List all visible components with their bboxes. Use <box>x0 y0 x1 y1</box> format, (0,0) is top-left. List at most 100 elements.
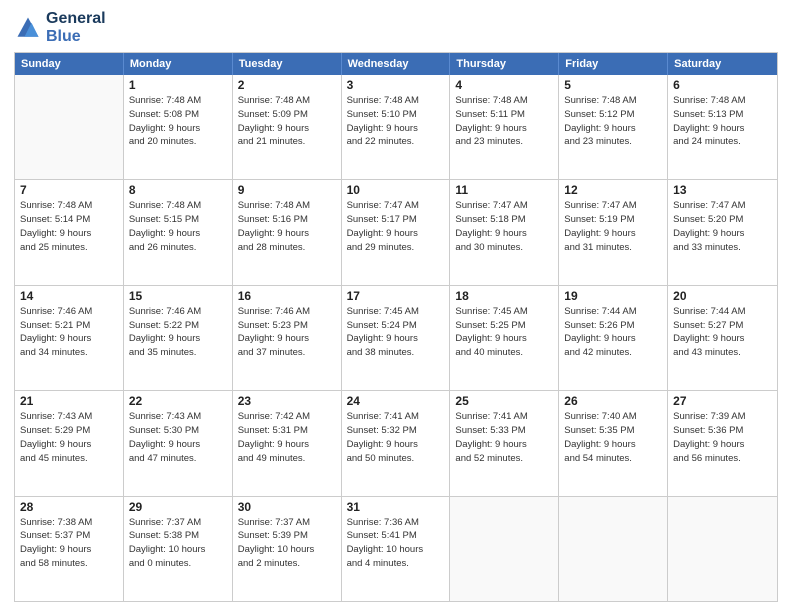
header: General Blue <box>14 10 778 46</box>
calendar-day-12: 12 Sunrise: 7:47 AMSunset: 5:19 PMDayligh… <box>559 180 668 284</box>
calendar-week-2: 7 Sunrise: 7:48 AMSunset: 5:14 PMDaylight… <box>15 180 777 285</box>
day-info: Sunrise: 7:44 AMSunset: 5:27 PMDaylight:… <box>673 305 772 360</box>
day-info: Sunrise: 7:37 AMSunset: 5:39 PMDaylight:… <box>238 516 336 571</box>
day-number: 18 <box>455 289 553 303</box>
day-info: Sunrise: 7:43 AMSunset: 5:29 PMDaylight:… <box>20 410 118 465</box>
day-number: 23 <box>238 394 336 408</box>
day-info: Sunrise: 7:41 AMSunset: 5:32 PMDaylight:… <box>347 410 445 465</box>
day-number: 7 <box>20 183 118 197</box>
day-info: Sunrise: 7:37 AMSunset: 5:38 PMDaylight:… <box>129 516 227 571</box>
day-info: Sunrise: 7:48 AMSunset: 5:15 PMDaylight:… <box>129 199 227 254</box>
calendar-day-31: 31 Sunrise: 7:36 AMSunset: 5:41 PMDayligh… <box>342 497 451 601</box>
day-info: Sunrise: 7:40 AMSunset: 5:35 PMDaylight:… <box>564 410 662 465</box>
day-number: 19 <box>564 289 662 303</box>
day-info: Sunrise: 7:42 AMSunset: 5:31 PMDaylight:… <box>238 410 336 465</box>
calendar-body: 1Sunrise: 7:48 AMSunset: 5:08 PMDaylight… <box>15 75 777 601</box>
day-number: 29 <box>129 500 227 514</box>
day-number: 31 <box>347 500 445 514</box>
calendar-day-3: 3Sunrise: 7:48 AMSunset: 5:10 PMDaylight… <box>342 75 451 179</box>
day-number: 25 <box>455 394 553 408</box>
day-number: 13 <box>673 183 772 197</box>
day-number: 30 <box>238 500 336 514</box>
calendar-day-8: 8 Sunrise: 7:48 AMSunset: 5:15 PMDaylight… <box>124 180 233 284</box>
day-info: Sunrise: 7:38 AMSunset: 5:37 PMDaylight:… <box>20 516 118 571</box>
day-info: Sunrise: 7:48 AMSunset: 5:16 PMDaylight:… <box>238 199 336 254</box>
day-info: Sunrise: 7:46 AMSunset: 5:23 PMDaylight:… <box>238 305 336 360</box>
header-day-thursday: Thursday <box>450 53 559 75</box>
day-number: 22 <box>129 394 227 408</box>
day-number: 12 <box>564 183 662 197</box>
calendar-day-14: 14Sunrise: 7:46 AMSunset: 5:21 PMDayligh… <box>15 286 124 390</box>
day-info: Sunrise: 7:48 AMSunset: 5:11 PMDaylight:… <box>455 94 553 149</box>
day-number: 10 <box>347 183 445 197</box>
calendar-week-1: 1Sunrise: 7:48 AMSunset: 5:08 PMDaylight… <box>15 75 777 180</box>
day-number: 8 <box>129 183 227 197</box>
day-info: Sunrise: 7:46 AMSunset: 5:22 PMDaylight:… <box>129 305 227 360</box>
calendar-day-23: 23 Sunrise: 7:42 AMSunset: 5:31 PMDayligh… <box>233 391 342 495</box>
calendar-day-24: 24 Sunrise: 7:41 AMSunset: 5:32 PMDayligh… <box>342 391 451 495</box>
calendar-day-29: 29 Sunrise: 7:37 AMSunset: 5:38 PMDayligh… <box>124 497 233 601</box>
day-info: Sunrise: 7:41 AMSunset: 5:33 PMDaylight:… <box>455 410 553 465</box>
header-day-saturday: Saturday <box>668 53 777 75</box>
day-number: 24 <box>347 394 445 408</box>
header-day-monday: Monday <box>124 53 233 75</box>
calendar-day-13: 13 Sunrise: 7:47 AMSunset: 5:20 PMDayligh… <box>668 180 777 284</box>
calendar-day-18: 18Sunrise: 7:45 AMSunset: 5:25 PMDayligh… <box>450 286 559 390</box>
day-number: 11 <box>455 183 553 197</box>
calendar-day-7: 7 Sunrise: 7:48 AMSunset: 5:14 PMDaylight… <box>15 180 124 284</box>
day-number: 15 <box>129 289 227 303</box>
logo-icon <box>14 14 42 42</box>
day-number: 28 <box>20 500 118 514</box>
logo: General Blue <box>14 10 106 46</box>
day-info: Sunrise: 7:43 AMSunset: 5:30 PMDaylight:… <box>129 410 227 465</box>
day-number: 26 <box>564 394 662 408</box>
day-info: Sunrise: 7:48 AMSunset: 5:08 PMDaylight:… <box>129 94 227 149</box>
day-number: 20 <box>673 289 772 303</box>
day-info: Sunrise: 7:45 AMSunset: 5:24 PMDaylight:… <box>347 305 445 360</box>
calendar-day-20: 20 Sunrise: 7:44 AMSunset: 5:27 PMDayligh… <box>668 286 777 390</box>
day-number: 21 <box>20 394 118 408</box>
calendar-week-5: 28 Sunrise: 7:38 AMSunset: 5:37 PMDayligh… <box>15 497 777 601</box>
day-info: Sunrise: 7:48 AMSunset: 5:12 PMDaylight:… <box>564 94 662 149</box>
calendar-empty-cell <box>559 497 668 601</box>
day-number: 3 <box>347 78 445 92</box>
header-day-friday: Friday <box>559 53 668 75</box>
calendar-empty-cell <box>668 497 777 601</box>
calendar-day-26: 26 Sunrise: 7:40 AMSunset: 5:35 PMDayligh… <box>559 391 668 495</box>
day-info: Sunrise: 7:44 AMSunset: 5:26 PMDaylight:… <box>564 305 662 360</box>
day-info: Sunrise: 7:47 AMSunset: 5:20 PMDaylight:… <box>673 199 772 254</box>
calendar-day-21: 21 Sunrise: 7:43 AMSunset: 5:29 PMDayligh… <box>15 391 124 495</box>
calendar-day-6: 6 Sunrise: 7:48 AMSunset: 5:13 PMDaylight… <box>668 75 777 179</box>
calendar-day-17: 17 Sunrise: 7:45 AMSunset: 5:24 PMDayligh… <box>342 286 451 390</box>
header-day-sunday: Sunday <box>15 53 124 75</box>
day-number: 2 <box>238 78 336 92</box>
calendar-day-11: 11Sunrise: 7:47 AMSunset: 5:18 PMDayligh… <box>450 180 559 284</box>
day-number: 5 <box>564 78 662 92</box>
day-info: Sunrise: 7:48 AMSunset: 5:13 PMDaylight:… <box>673 94 772 149</box>
calendar-week-3: 14Sunrise: 7:46 AMSunset: 5:21 PMDayligh… <box>15 286 777 391</box>
day-info: Sunrise: 7:47 AMSunset: 5:19 PMDaylight:… <box>564 199 662 254</box>
calendar-day-28: 28 Sunrise: 7:38 AMSunset: 5:37 PMDayligh… <box>15 497 124 601</box>
day-number: 6 <box>673 78 772 92</box>
calendar-day-1: 1Sunrise: 7:48 AMSunset: 5:08 PMDaylight… <box>124 75 233 179</box>
calendar-day-9: 9Sunrise: 7:48 AMSunset: 5:16 PMDaylight… <box>233 180 342 284</box>
day-info: Sunrise: 7:46 AMSunset: 5:21 PMDaylight:… <box>20 305 118 360</box>
calendar-day-4: 4 Sunrise: 7:48 AMSunset: 5:11 PMDaylight… <box>450 75 559 179</box>
logo-text: General Blue <box>46 10 106 46</box>
day-number: 16 <box>238 289 336 303</box>
day-info: Sunrise: 7:48 AMSunset: 5:09 PMDaylight:… <box>238 94 336 149</box>
calendar-day-30: 30 Sunrise: 7:37 AMSunset: 5:39 PMDayligh… <box>233 497 342 601</box>
calendar-empty-cell <box>450 497 559 601</box>
day-number: 17 <box>347 289 445 303</box>
day-number: 4 <box>455 78 553 92</box>
calendar-day-27: 27Sunrise: 7:39 AMSunset: 5:36 PMDayligh… <box>668 391 777 495</box>
calendar-day-15: 15 Sunrise: 7:46 AMSunset: 5:22 PMDayligh… <box>124 286 233 390</box>
day-info: Sunrise: 7:36 AMSunset: 5:41 PMDaylight:… <box>347 516 445 571</box>
calendar-day-10: 10 Sunrise: 7:47 AMSunset: 5:17 PMDayligh… <box>342 180 451 284</box>
calendar-day-22: 22 Sunrise: 7:43 AMSunset: 5:30 PMDayligh… <box>124 391 233 495</box>
calendar-header: SundayMondayTuesdayWednesdayThursdayFrid… <box>15 53 777 75</box>
calendar-day-5: 5 Sunrise: 7:48 AMSunset: 5:12 PMDaylight… <box>559 75 668 179</box>
day-info: Sunrise: 7:47 AMSunset: 5:17 PMDaylight:… <box>347 199 445 254</box>
calendar-day-19: 19 Sunrise: 7:44 AMSunset: 5:26 PMDayligh… <box>559 286 668 390</box>
day-info: Sunrise: 7:48 AMSunset: 5:14 PMDaylight:… <box>20 199 118 254</box>
